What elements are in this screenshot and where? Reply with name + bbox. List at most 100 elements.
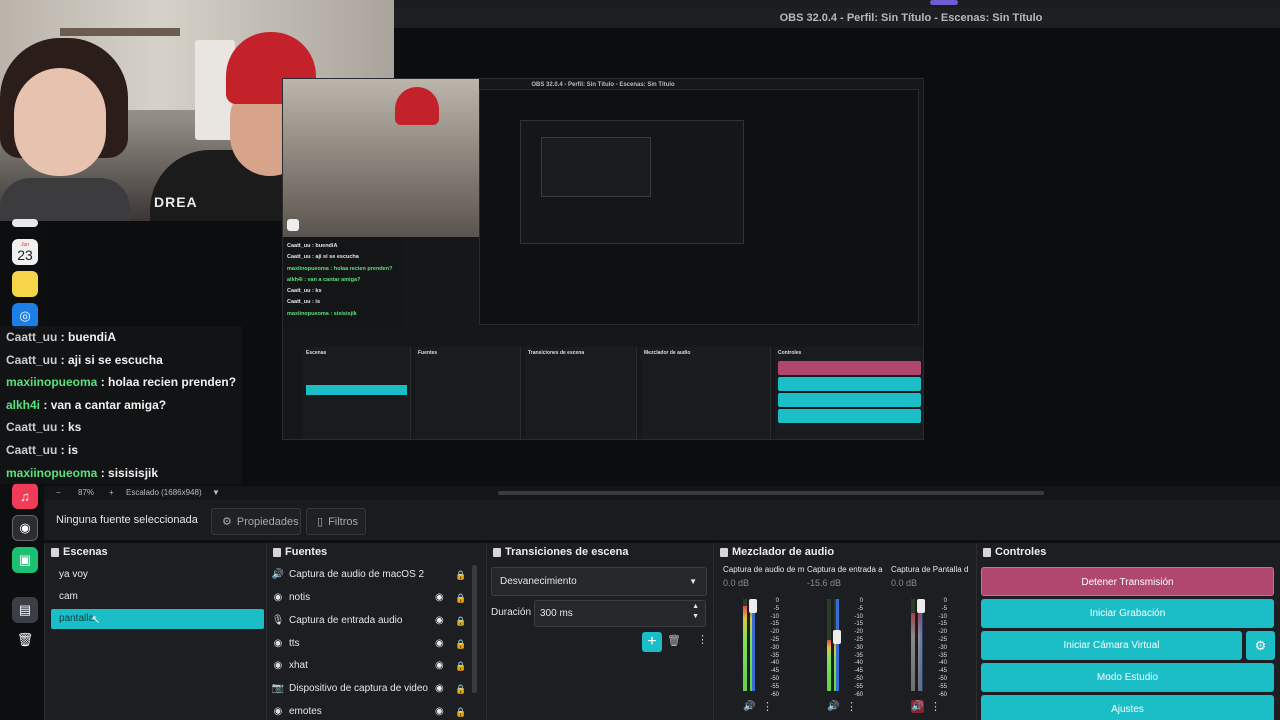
lock-icon[interactable]: 🔒 [455, 678, 466, 700]
level-meter [827, 599, 831, 691]
filters-button[interactable]: ▯ Filtros [306, 508, 366, 535]
music-icon[interactable]: ♫ [12, 483, 38, 509]
source-row[interactable]: ◉ tts ◉ 🔒 [271, 633, 471, 655]
visibility-eye-icon[interactable]: ◉ [435, 701, 444, 720]
channel-name: Captura de entrada a [807, 565, 883, 574]
obs-icon[interactable]: ◉ [12, 515, 38, 541]
dock-app-icon[interactable] [12, 219, 38, 227]
meter-scale-tick: -10 [938, 613, 947, 620]
source-row[interactable]: 🔊 Captura de audio de macOS 2 🔒 [271, 564, 471, 586]
zoom-out-button[interactable]: − [56, 488, 61, 497]
nested-preview [479, 89, 919, 325]
volume-fader-knob[interactable] [917, 599, 925, 613]
source-label: notis [289, 592, 311, 603]
meter-scale-tick: -20 [938, 629, 947, 636]
transition-select[interactable]: Desvanecimiento ▼ [491, 567, 707, 596]
visibility-eye-icon[interactable]: ◉ [435, 678, 444, 700]
visibility-eye-icon[interactable]: ◉ [435, 633, 444, 655]
scenes-header: Escenas [45, 543, 266, 561]
calendar-day: 23 [17, 247, 33, 263]
sources-title: Fuentes [285, 546, 328, 558]
source-row[interactable]: ◉ emotes ◉ 🔒 [271, 701, 471, 720]
chat-text: : sisisisjik [97, 465, 159, 480]
title-bar: OBS 32.0.4 - Perfil: Sin Título - Escena… [394, 8, 1280, 28]
mixer-header: Mezclador de audio [714, 543, 976, 561]
nested-chat-line: maxiinopueoma : holaa recien prenden? [287, 265, 393, 272]
no-source-label: Ninguna fuente seleccionada [56, 514, 198, 526]
start-virtual-camera-button[interactable]: Iniciar Cámara Virtual [981, 631, 1242, 660]
remove-transition-trash-icon[interactable]: 🗑 [667, 634, 681, 647]
nested-controls: Controles [775, 347, 923, 439]
folder-icon[interactable]: ▤ [12, 597, 38, 623]
virtual-camera-settings-gear-icon[interactable]: ⚙ [1246, 631, 1275, 660]
start-recording-button[interactable]: Iniciar Grabación [981, 599, 1274, 628]
speaker-icon[interactable]: 🔊 [827, 700, 840, 713]
source-row[interactable]: ◉ notis ◉ 🔒 [271, 587, 471, 609]
meter-scale-tick: -5 [857, 605, 863, 612]
person-left-body [0, 178, 130, 221]
globe-icon: ◉ [273, 638, 283, 649]
volume-fader-knob[interactable] [833, 630, 841, 645]
channel-menu-icon[interactable]: ⋮ [930, 700, 941, 713]
lock-icon[interactable]: 🔒 [455, 564, 466, 586]
source-label: Captura de audio de macOS 2 [289, 569, 425, 580]
source-row[interactable]: ◉ xhat ◉ 🔒 [271, 655, 471, 677]
chat-message: maxiinopueoma : holaa recien prenden? [6, 371, 236, 394]
preview-horizontal-scrollbar[interactable] [498, 491, 1044, 495]
nested-preview-3 [541, 137, 651, 197]
source-row[interactable]: 📷 Dispositivo de captura de video ◉ 🔒 [271, 678, 471, 700]
meter-scale: 0 -5 -10 -15 -20 -25 -30 -35 -40 -45 -50 -55 -60 [767, 598, 779, 699]
channel-name: Captura de audio de m [723, 565, 805, 574]
channel-menu-icon[interactable]: ⋮ [762, 700, 773, 713]
meter-scale-tick: -20 [770, 629, 779, 636]
properties-button[interactable]: ⚙ Propiedades [211, 508, 301, 535]
lock-icon[interactable]: 🔒 [455, 587, 466, 609]
channel-menu-icon[interactable]: ⋮ [846, 700, 857, 713]
stop-streaming-button[interactable]: Detener Transmisión [981, 567, 1274, 596]
visibility-eye-icon[interactable]: ◉ [435, 587, 444, 609]
add-transition-button[interactable]: + [642, 632, 662, 652]
nested-preview-2 [520, 120, 744, 244]
sources-scrollbar[interactable] [472, 565, 477, 693]
scene-item-selected[interactable]: pantalla [51, 609, 264, 629]
trash-icon[interactable]: 🗑 [12, 627, 38, 653]
scale-dropdown-icon[interactable]: ▼ [212, 488, 220, 497]
lock-icon[interactable]: 🔒 [455, 633, 466, 655]
muted-speaker-icon[interactable]: 🔊 [911, 700, 924, 713]
visibility-eye-icon[interactable]: ◉ [435, 610, 444, 632]
channel-controls: 🔊 ⋮ [827, 700, 857, 713]
chat-app-icon[interactable]: ▣ [12, 547, 38, 573]
lock-icon[interactable]: 🔒 [455, 655, 466, 677]
nested-transitions: Transiciones de escena [525, 347, 637, 439]
notes-icon[interactable] [12, 271, 38, 297]
spin-arrows-icon[interactable]: ▲ ▼ [692, 602, 699, 622]
nested-scenes-title: Escenas [306, 350, 327, 356]
duration-spinbox[interactable]: 300 ms ▲ ▼ [534, 600, 706, 627]
more-options-icon[interactable]: ⋮ [697, 635, 708, 646]
channel-db: -15.6 dB [807, 578, 842, 588]
meter-scale-tick: -50 [938, 675, 947, 682]
zoom-in-button[interactable]: + [109, 488, 114, 497]
lock-icon[interactable]: 🔒 [455, 701, 466, 720]
transition-value: Desvanecimiento [500, 576, 577, 587]
microphone-icon: 🎙 [271, 615, 285, 626]
lock-icon[interactable]: 🔒 [455, 610, 466, 632]
volume-fader-track[interactable] [836, 599, 839, 691]
volume-fader-knob[interactable] [749, 599, 757, 613]
transitions-dock: Transiciones de escena Desvanecimiento ▼… [486, 543, 713, 720]
meter-scale-tick: -5 [773, 605, 779, 612]
chat-user: Caatt_uu [6, 420, 58, 435]
chat-overlay: Caatt_uu : buendiA Caatt_uu : aji si se … [0, 326, 242, 484]
scene-item[interactable]: ya voy [51, 565, 264, 585]
source-row[interactable]: 🎙 Captura de entrada audio ◉ 🔒 [271, 610, 471, 632]
visibility-eye-icon[interactable]: ◉ [435, 655, 444, 677]
scene-item[interactable]: cam [51, 587, 264, 607]
nested-chat-line: maxiinopueoma : sisisisjik [287, 310, 357, 317]
speaker-icon[interactable]: 🔊 [743, 700, 756, 713]
settings-button[interactable]: Ajustes [981, 695, 1274, 720]
calendar-icon[interactable]: Jun 23 [12, 239, 38, 265]
nested-scene-selected [306, 385, 407, 395]
level-meter-fill [827, 640, 831, 691]
nested-chat-line: Caatt_uu : buendiA [287, 243, 338, 249]
studio-mode-button[interactable]: Modo Estudio [981, 663, 1274, 692]
